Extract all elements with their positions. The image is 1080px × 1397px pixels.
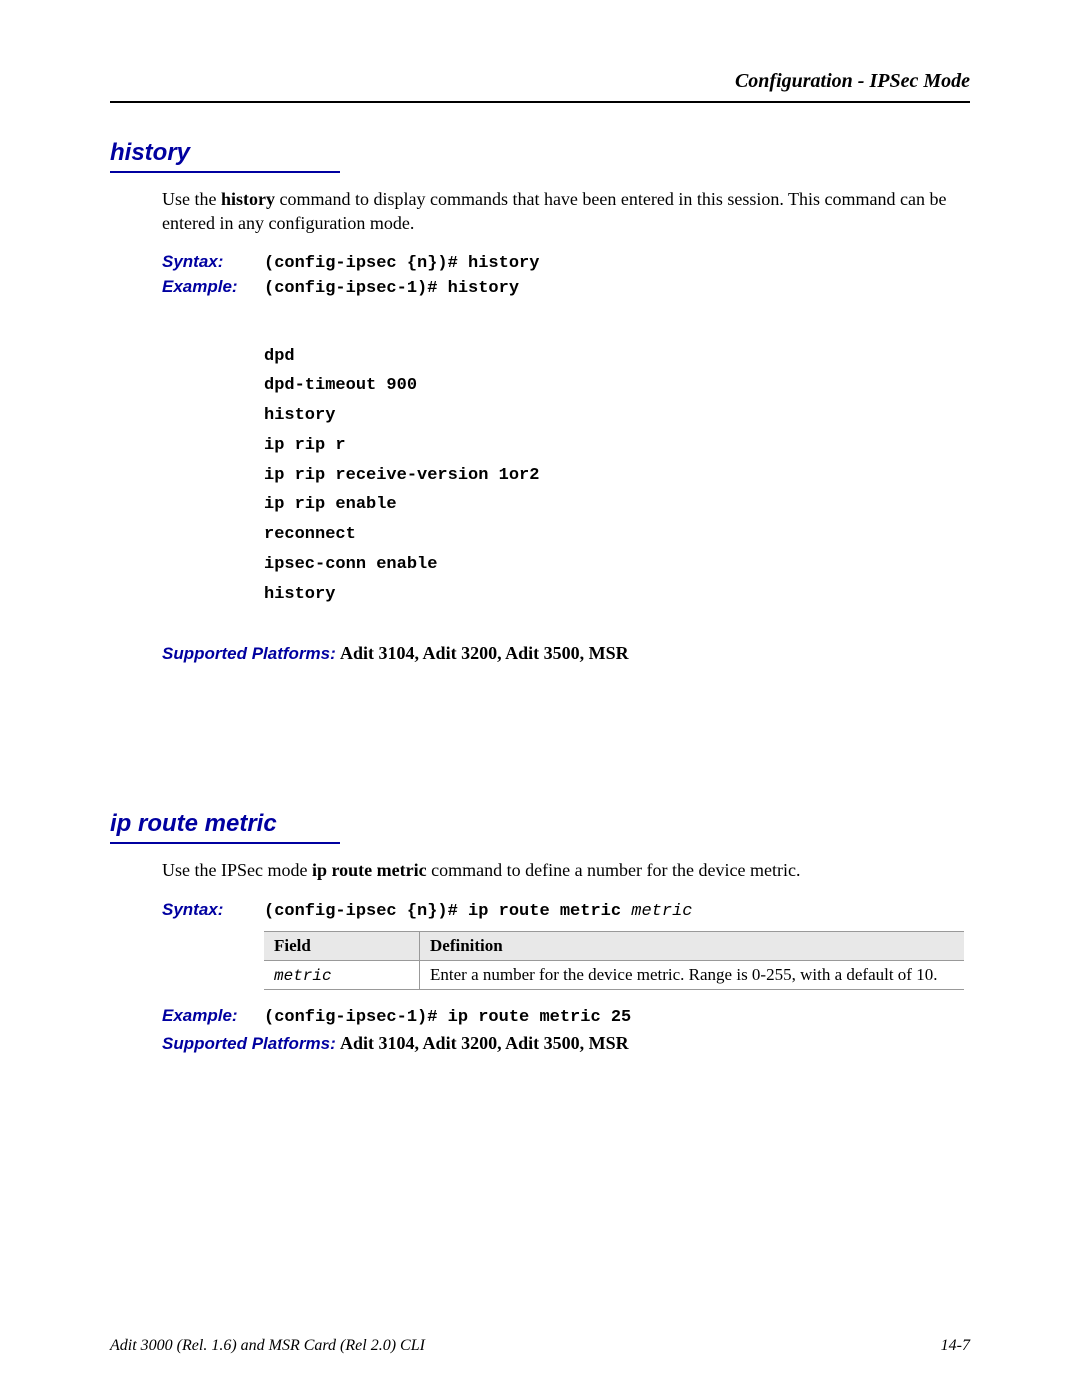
platforms-label: Supported Platforms:	[162, 1034, 336, 1054]
example-value: (config-ipsec-1)# history	[264, 279, 519, 298]
table-field-value: metric	[274, 967, 332, 985]
syntax-label: Syntax:	[162, 900, 264, 920]
table-header-definition: Definition	[420, 931, 965, 960]
document-page: Configuration - IPSec Mode history Use t…	[0, 0, 1080, 1397]
output-line: ipsec-conn enable	[264, 550, 970, 580]
syntax-value: (config-ipsec {n})# history	[264, 254, 539, 273]
footer-right: 14-7	[941, 1337, 970, 1355]
syntax-row: Syntax: (config-ipsec {n})# ip route met…	[162, 899, 970, 921]
history-intro: Use the history command to display comma…	[162, 187, 970, 236]
section-title-iproutemetric: ip route metric	[110, 810, 340, 844]
example-value: (config-ipsec-1)# ip route metric 25	[264, 1008, 631, 1027]
section-body-iproutemetric: Use the IPSec mode ip route metric comma…	[162, 858, 970, 1053]
table-header-row: Field Definition	[264, 931, 964, 960]
intro-cmd: history	[221, 189, 275, 209]
table-row: metric Enter a number for the device met…	[264, 960, 964, 989]
platforms-value: Adit 3104, Adit 3200, Adit 3500, MSR	[340, 643, 629, 663]
page-footer: Adit 3000 (Rel. 1.6) and MSR Card (Rel 2…	[110, 1337, 970, 1355]
platforms-value: Adit 3104, Adit 3200, Adit 3500, MSR	[340, 1033, 629, 1053]
output-line: ip rip receive-version 1or2	[264, 461, 970, 491]
example-row: Example: (config-ipsec-1)# history	[162, 277, 970, 298]
syntax-label: Syntax:	[162, 252, 264, 272]
intro-text: Use the IPSec mode	[162, 860, 312, 880]
platforms-label: Supported Platforms:	[162, 644, 336, 664]
intro-text-post: command to display commands that have be…	[162, 189, 947, 233]
output-line: history	[264, 401, 970, 431]
history-output: dpd dpd-timeout 900 history ip rip r ip …	[264, 342, 970, 610]
output-line: ip rip enable	[264, 490, 970, 520]
syntax-value: (config-ipsec {n})# ip route metric	[264, 902, 631, 921]
parameter-table: Field Definition metric Enter a number f…	[264, 931, 964, 990]
example-label: Example:	[162, 277, 264, 297]
platforms-row: Supported Platforms: Adit 3104, Adit 320…	[162, 643, 970, 664]
example-label: Example:	[162, 1006, 264, 1026]
footer-left: Adit 3000 (Rel. 1.6) and MSR Card (Rel 2…	[110, 1337, 425, 1355]
output-line: dpd-timeout 900	[264, 371, 970, 401]
page-header: Configuration - IPSec Mode	[110, 70, 970, 93]
intro-cmd: ip route metric	[312, 860, 427, 880]
output-line: ip rip r	[264, 431, 970, 461]
syntax-row: Syntax: (config-ipsec {n})# history	[162, 252, 970, 273]
section-gap	[110, 664, 970, 774]
platforms-row: Supported Platforms: Adit 3104, Adit 320…	[162, 1033, 970, 1054]
section-title-history: history	[110, 139, 340, 173]
intro-text-post: command to define a number for the devic…	[427, 860, 801, 880]
intro-text: Use the	[162, 189, 221, 209]
iproute-intro: Use the IPSec mode ip route metric comma…	[162, 858, 970, 882]
table-header-field: Field	[264, 931, 420, 960]
output-line: reconnect	[264, 520, 970, 550]
section-body-history: Use the history command to display comma…	[162, 187, 970, 664]
output-line: history	[264, 580, 970, 610]
syntax-arg: metric	[631, 902, 692, 921]
output-line: dpd	[264, 342, 970, 372]
example-row: Example: (config-ipsec-1)# ip route metr…	[162, 1006, 970, 1027]
header-rule	[110, 101, 970, 103]
table-definition-value: Enter a number for the device metric. Ra…	[420, 960, 965, 989]
